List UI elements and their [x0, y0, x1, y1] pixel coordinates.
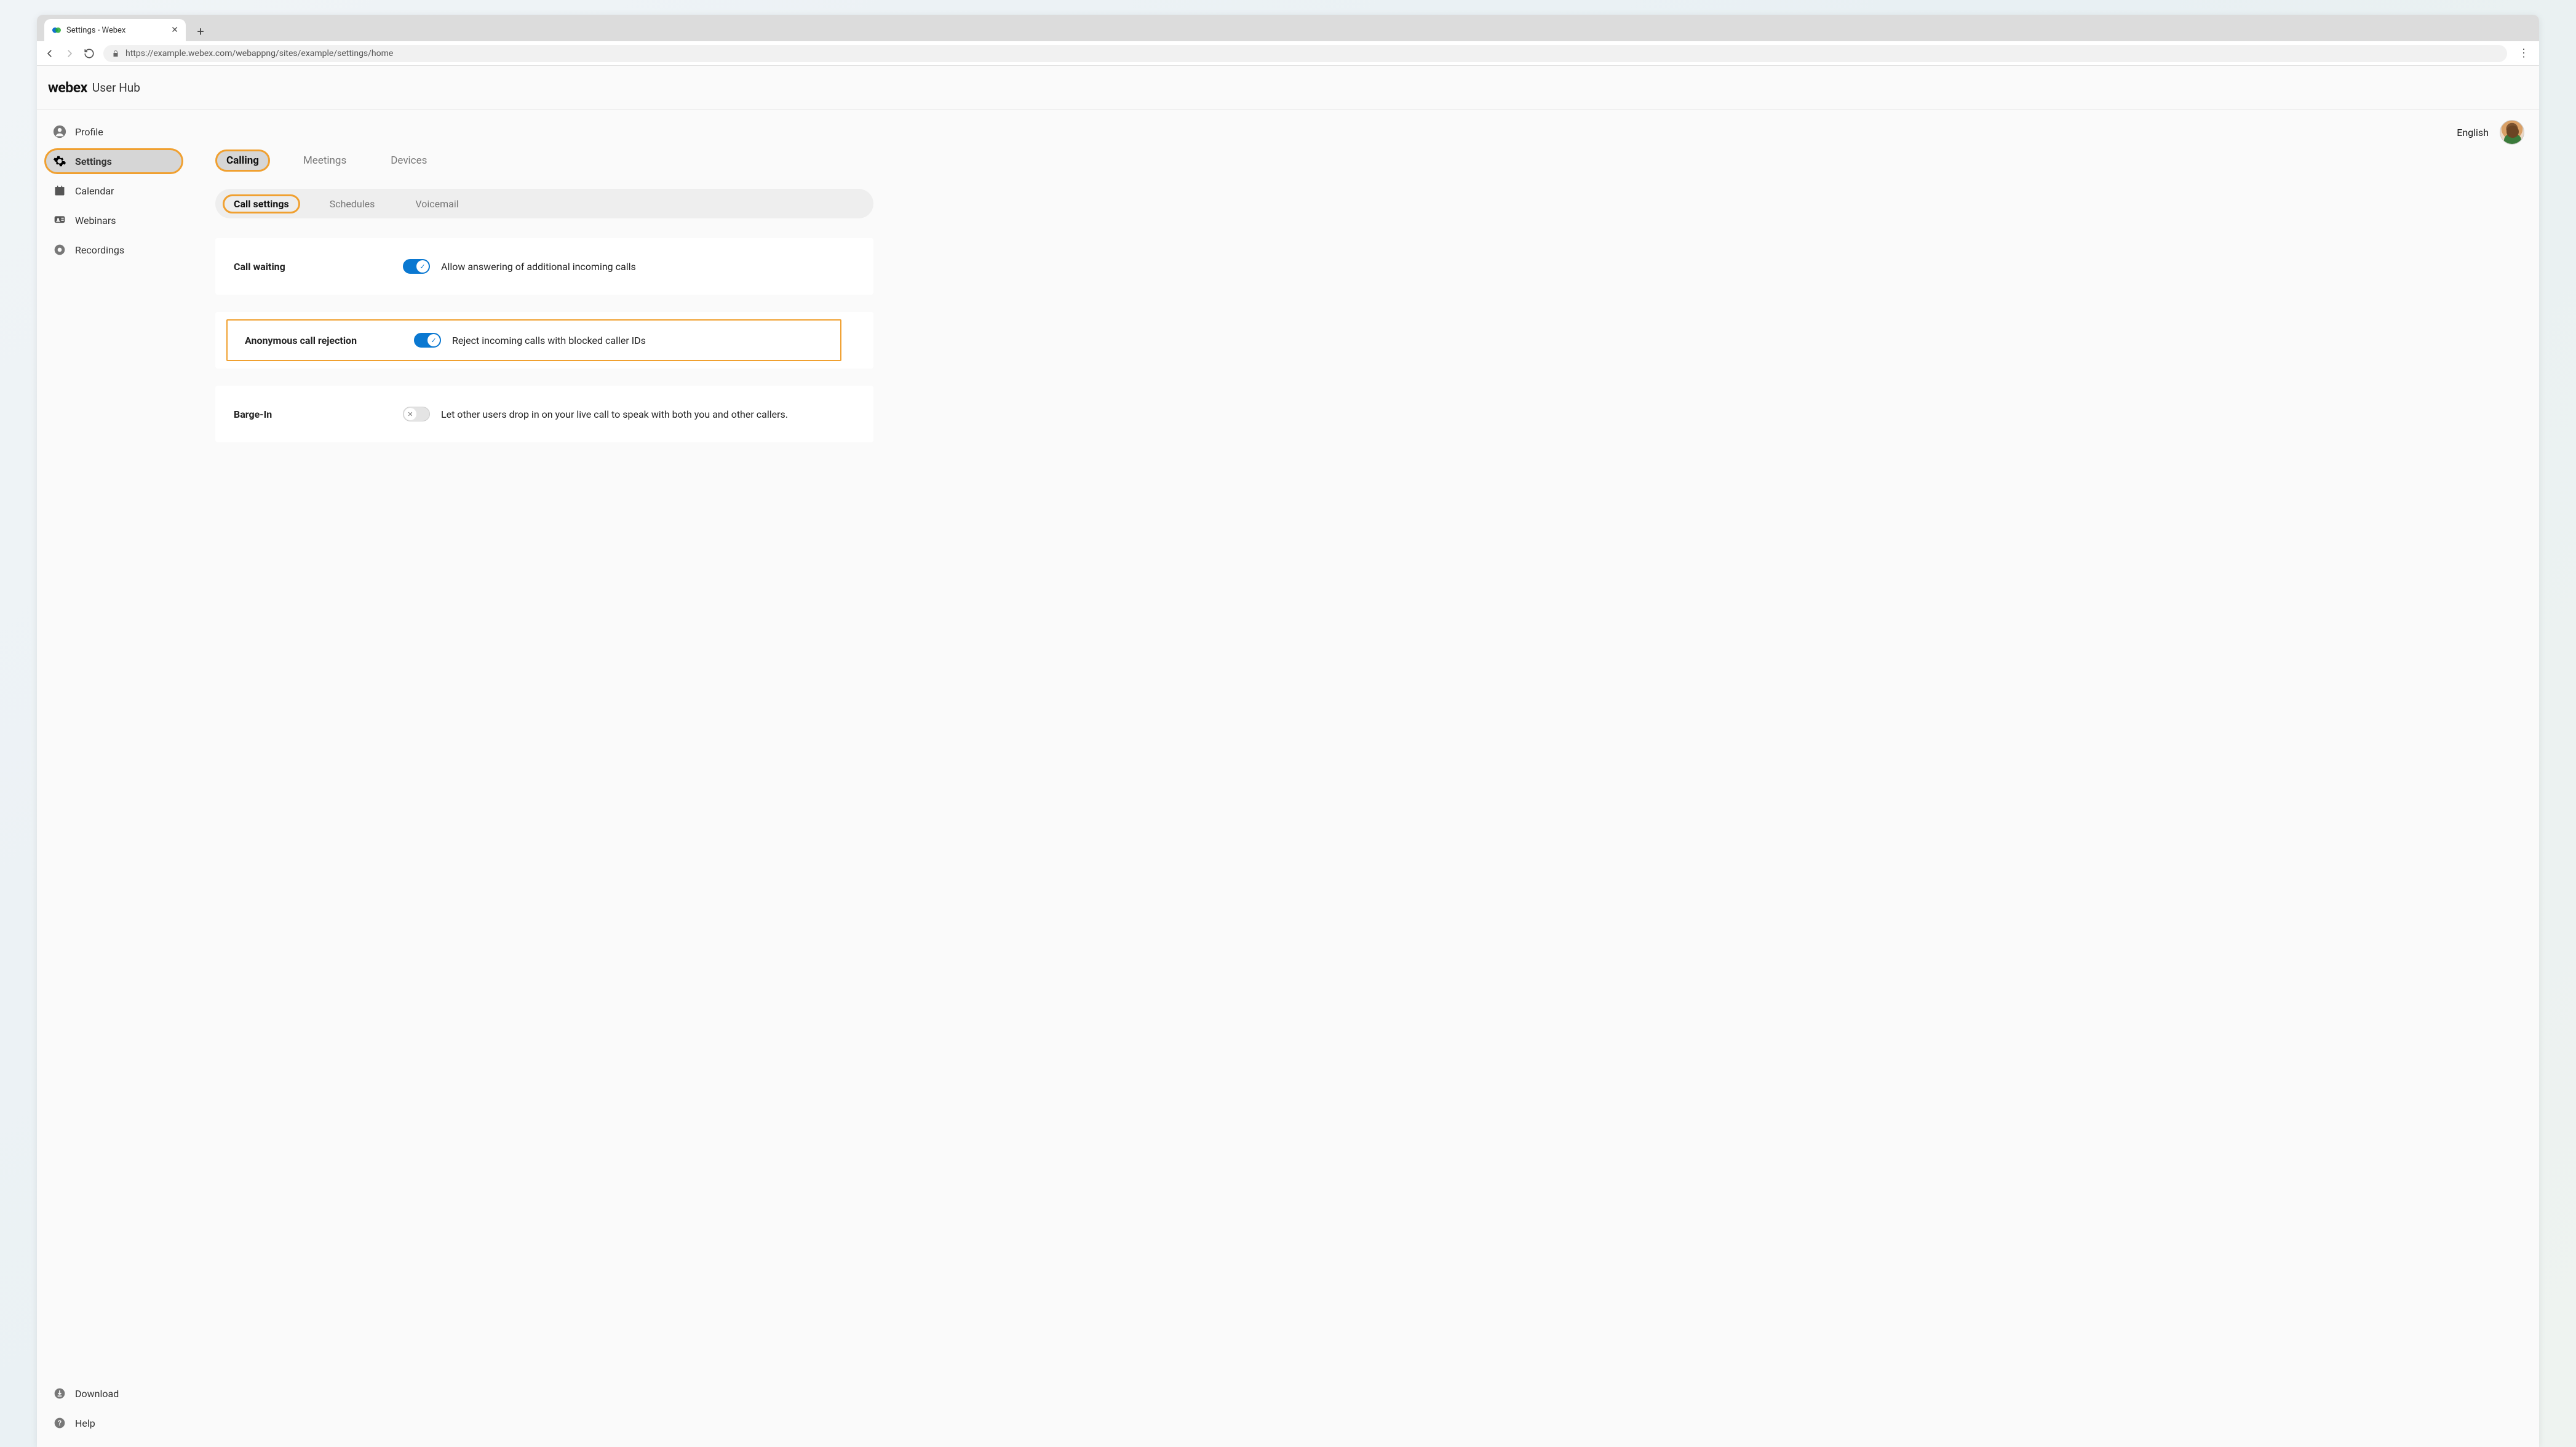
setting-anonymous-call-rejection: Anonymous call rejection ✓ Reject incomi…	[226, 319, 841, 361]
sidebar-item-label: Help	[75, 1417, 95, 1429]
record-icon	[53, 243, 66, 257]
back-button[interactable]	[44, 48, 55, 59]
lock-icon	[112, 50, 119, 57]
sidebar-item-webinars[interactable]: Webinars	[44, 207, 183, 233]
setting-barge-in: Barge-In ✕ Let other users drop in on yo…	[215, 386, 873, 442]
check-icon: ✓	[427, 334, 440, 346]
subtab-schedules[interactable]: Schedules	[319, 194, 386, 213]
app-root: webex User Hub Profile	[37, 66, 2539, 1447]
toggle-call-waiting[interactable]: ✓	[403, 259, 430, 274]
sidebar-item-settings[interactable]: Settings	[44, 148, 183, 174]
person-icon	[53, 125, 66, 138]
setting-title: Barge-In	[234, 409, 403, 420]
avatar[interactable]	[2500, 120, 2524, 145]
check-icon: ✓	[416, 260, 429, 273]
sidebar-item-label: Settings	[75, 156, 112, 167]
primary-tabs: Calling Meetings Devices	[215, 149, 2524, 172]
x-icon: ✕	[404, 408, 416, 420]
setting-call-waiting: Call waiting ✓ Allow answering of additi…	[215, 238, 873, 295]
toggle-barge-in[interactable]: ✕	[403, 407, 430, 421]
address-bar[interactable]: https://example.webex.com/webappng/sites…	[103, 45, 2507, 62]
url-text: https://example.webex.com/webappng/sites…	[125, 49, 393, 58]
close-icon[interactable]: ✕	[171, 25, 178, 35]
forward-button[interactable]	[64, 48, 75, 59]
setting-desc: Let other users drop in on your live cal…	[441, 409, 788, 420]
browser-menu-button[interactable]: ⋮	[2516, 47, 2532, 60]
subtab-voicemail[interactable]: Voicemail	[404, 194, 469, 213]
sidebar-item-label: Recordings	[75, 244, 124, 256]
app-body: Profile Settings Calendar	[37, 110, 2539, 1447]
webinar-icon	[53, 213, 66, 227]
sub-tabs: Call settings Schedules Voicemail	[215, 189, 873, 218]
language-selector[interactable]: English	[2457, 127, 2489, 138]
sidebar-item-help[interactable]: ? Help	[44, 1410, 183, 1436]
browser-window: Settings - Webex ✕ + https://example.web…	[37, 15, 2539, 1447]
webex-favicon-icon	[52, 25, 62, 35]
toggle-anonymous-call-rejection[interactable]: ✓	[414, 333, 441, 348]
sidebar-item-download[interactable]: Download	[44, 1381, 183, 1406]
setting-desc: Allow answering of additional incoming c…	[441, 261, 636, 273]
subtab-call-settings[interactable]: Call settings	[223, 194, 300, 213]
help-icon: ?	[53, 1416, 66, 1430]
main-content: English Calling Meetings Devices Call se…	[191, 110, 2539, 1447]
sidebar-item-recordings[interactable]: Recordings	[44, 237, 183, 263]
new-tab-button[interactable]: +	[191, 22, 210, 41]
reload-button[interactable]	[84, 48, 95, 59]
product-name: User Hub	[92, 81, 140, 95]
tab-devices[interactable]: Devices	[380, 149, 438, 172]
sidebar-item-label: Calendar	[75, 185, 114, 197]
sidebar-item-calendar[interactable]: Calendar	[44, 178, 183, 204]
tab-meetings[interactable]: Meetings	[292, 149, 357, 172]
app-header: webex User Hub	[37, 66, 2539, 110]
sidebar-item-profile[interactable]: Profile	[44, 119, 183, 145]
browser-tab[interactable]: Settings - Webex ✕	[44, 19, 186, 41]
tab-bar: Settings - Webex ✕ +	[37, 15, 2539, 41]
setting-title: Call waiting	[234, 261, 403, 273]
brand-name: webex	[48, 79, 87, 96]
header-right: English	[2457, 120, 2524, 145]
download-icon	[53, 1387, 66, 1400]
sidebar-item-label: Webinars	[75, 215, 116, 226]
gear-icon	[53, 154, 66, 168]
sidebar-item-label: Profile	[75, 126, 103, 138]
sidebar-item-label: Download	[75, 1388, 119, 1400]
setting-desc: Reject incoming calls with blocked calle…	[452, 335, 646, 346]
browser-tab-title: Settings - Webex	[66, 26, 166, 35]
setting-title: Anonymous call rejection	[245, 335, 414, 346]
calendar-icon	[53, 184, 66, 197]
browser-toolbar: https://example.webex.com/webappng/sites…	[37, 41, 2539, 66]
sidebar: Profile Settings Calendar	[37, 110, 191, 1447]
tab-calling[interactable]: Calling	[215, 149, 270, 172]
svg-text:?: ?	[58, 1419, 62, 1427]
